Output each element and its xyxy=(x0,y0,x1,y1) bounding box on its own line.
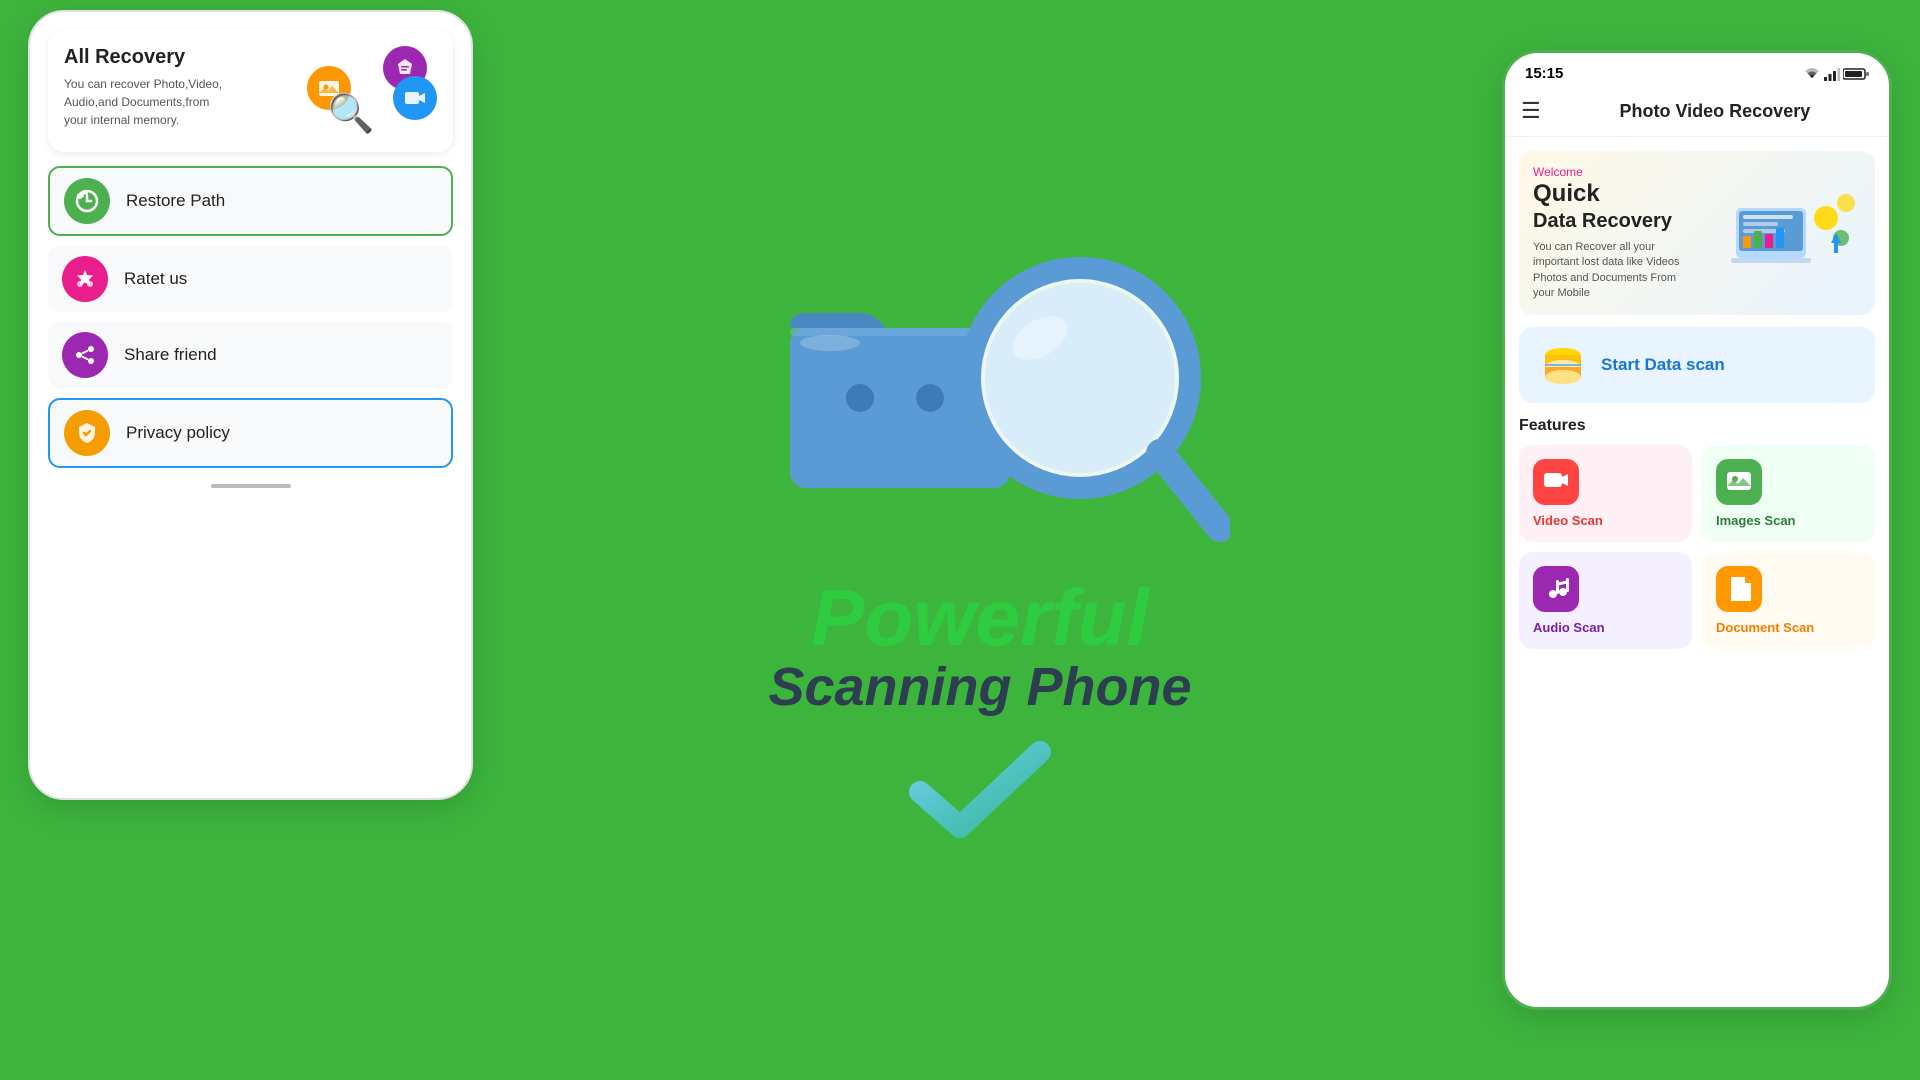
audio-scan-card[interactable]: Audio Scan xyxy=(1519,552,1692,649)
status-bar: 15:15 xyxy=(1505,53,1889,90)
privacy-policy-label: Privacy policy xyxy=(126,423,230,443)
features-title: Features xyxy=(1519,417,1875,435)
video-icon xyxy=(393,76,437,120)
welcome-label: Welcome xyxy=(1533,165,1693,179)
start-scan-label: Start Data scan xyxy=(1601,355,1725,375)
privacy-policy-item[interactable]: Privacy policy xyxy=(48,398,453,468)
images-scan-label: Images Scan xyxy=(1716,513,1796,528)
video-scan-label: Video Scan xyxy=(1533,513,1603,528)
search-icon: 🔍 xyxy=(327,92,374,136)
all-recovery-card: All Recovery You can recover Photo,Video… xyxy=(48,30,453,152)
restore-path-item[interactable]: Restore Path xyxy=(48,166,453,236)
right-phone: 15:15 ☰ Photo Video xyxy=(1502,50,1892,1010)
rate-us-item[interactable]: Ratet us xyxy=(48,246,453,312)
audio-scan-icon xyxy=(1533,566,1579,612)
scanning-label: Scanning Phone xyxy=(768,658,1191,717)
share-friend-label: Share friend xyxy=(124,345,217,365)
document-scan-card[interactable]: Document Scan xyxy=(1702,552,1875,649)
document-scan-icon xyxy=(1716,566,1762,612)
recovery-icons: 🔍 xyxy=(307,46,437,136)
hero-text: Powerful Scanning Phone xyxy=(768,578,1191,717)
phone-bottom-indicator xyxy=(211,484,291,488)
share-friend-item[interactable]: Share friend xyxy=(48,322,453,388)
restore-path-label: Restore Path xyxy=(126,191,225,211)
status-icons xyxy=(1803,67,1869,81)
checkmark-icon xyxy=(905,737,1055,852)
document-scan-label: Document Scan xyxy=(1716,620,1814,635)
phone-header: ☰ Photo Video Recovery xyxy=(1505,90,1889,137)
welcome-description: You can Recover all your important lost … xyxy=(1533,240,1693,302)
start-scan-button[interactable]: Start Data scan xyxy=(1519,327,1875,403)
hamburger-menu-icon[interactable]: ☰ xyxy=(1521,98,1541,124)
status-time: 15:15 xyxy=(1525,65,1563,82)
scan-database-icon xyxy=(1539,341,1587,389)
center-section: Powerful Scanning Phone xyxy=(470,0,1490,1080)
hero-illustration xyxy=(730,228,1230,568)
video-scan-card[interactable]: Video Scan xyxy=(1519,445,1692,542)
features-grid: Video Scan Images Scan xyxy=(1519,445,1875,649)
all-recovery-description: You can recover Photo,Video,Audio,and Do… xyxy=(64,75,222,129)
restore-path-icon xyxy=(64,178,110,224)
phone-body: Welcome QuickData Recovery You can Recov… xyxy=(1505,137,1889,663)
welcome-illustration xyxy=(1731,188,1861,278)
privacy-policy-icon xyxy=(64,410,110,456)
video-scan-icon xyxy=(1533,459,1579,505)
images-scan-icon xyxy=(1716,459,1762,505)
rate-us-icon xyxy=(62,256,108,302)
phone-title: Photo Video Recovery xyxy=(1557,101,1873,122)
powerful-label: Powerful xyxy=(768,578,1191,658)
rate-us-label: Ratet us xyxy=(124,269,187,289)
all-recovery-title: All Recovery xyxy=(64,46,222,69)
images-scan-card[interactable]: Images Scan xyxy=(1702,445,1875,542)
audio-scan-label: Audio Scan xyxy=(1533,620,1605,635)
share-friend-icon xyxy=(62,332,108,378)
quick-title: QuickData Recovery xyxy=(1533,181,1693,234)
welcome-card: Welcome QuickData Recovery You can Recov… xyxy=(1519,151,1875,315)
left-phone: All Recovery You can recover Photo,Video… xyxy=(28,10,473,800)
